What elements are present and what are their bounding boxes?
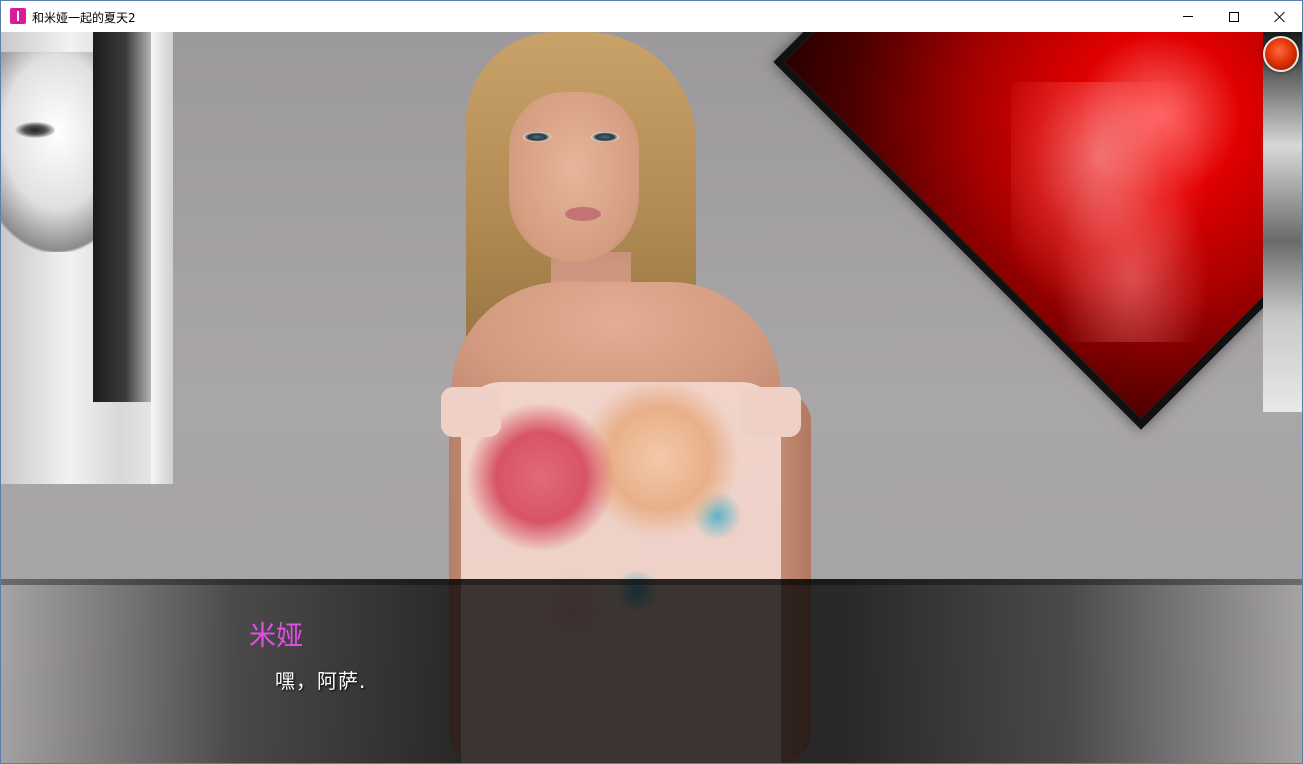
maximize-icon [1229, 11, 1239, 22]
wall-art-right-edge [1263, 32, 1302, 412]
character-face [509, 92, 639, 262]
close-icon [1274, 11, 1286, 23]
maximize-button[interactable] [1211, 1, 1257, 32]
dress-sleeve-left [441, 387, 501, 437]
red-splash-highlight [1011, 82, 1231, 342]
poster-frame [151, 32, 173, 484]
character-eye-left [523, 132, 551, 142]
poster-hair [93, 32, 159, 402]
minimize-icon [1183, 16, 1193, 17]
poster-eye [15, 122, 55, 138]
game-scene[interactable]: 米娅 嘿，阿萨. [1, 32, 1302, 763]
speaker-name: 米娅 [249, 621, 303, 652]
game-window: 和米娅一起的夏天2 米娅 嘿，阿萨. [0, 0, 1303, 764]
minimize-button[interactable] [1165, 1, 1211, 32]
close-button[interactable] [1257, 1, 1302, 32]
title-bar[interactable]: 和米娅一起的夏天2 [1, 1, 1302, 32]
character-eye-right [591, 132, 619, 142]
wall-poster-left [1, 32, 173, 484]
quick-menu-button[interactable] [1263, 36, 1299, 72]
dress-sleeve-right [741, 387, 801, 437]
dialogue-text: 嘿，阿萨. [275, 669, 367, 693]
dialogue-top-edge [1, 579, 1302, 585]
dialogue-box[interactable]: 米娅 嘿，阿萨. [1, 579, 1302, 763]
character-lips [565, 207, 601, 221]
app-icon [10, 8, 26, 24]
window-title: 和米娅一起的夏天2 [32, 11, 136, 25]
